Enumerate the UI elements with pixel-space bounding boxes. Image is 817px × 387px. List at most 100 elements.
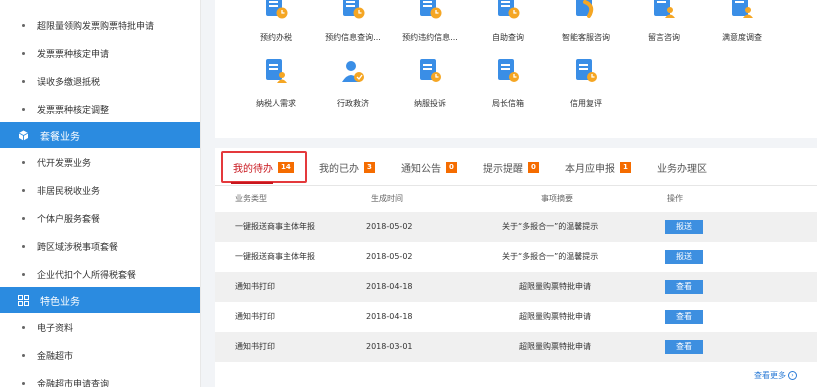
bullet-icon <box>22 188 25 192</box>
tab-monthly-declaration[interactable]: 本月应申报 1 <box>565 148 631 186</box>
service-appointment[interactable]: 预约办税 <box>238 0 314 44</box>
sidebar-item-cross-region[interactable]: 跨区域涉税事项套餐 <box>0 232 200 260</box>
bullet-icon <box>22 381 25 385</box>
cell-summary: 超限量购票特批申请 <box>519 342 591 351</box>
service-director-mailbox[interactable]: 局长信箱 <box>470 58 546 108</box>
tab-badge: 1 <box>620 161 631 173</box>
grid-icon <box>18 294 29 306</box>
doc-clock-icon <box>576 59 597 82</box>
bullet-icon <box>22 353 25 357</box>
column-header-type: 业务类型 <box>235 194 267 203</box>
sidebar-item-invoice-type[interactable]: 发票票种核定申请 <box>0 39 200 67</box>
main-content: 预约办税 预约信息查询... 预约违约信息... 自助查询 智能客服咨询 留言咨… <box>215 0 817 387</box>
arrow-right-icon: › <box>788 371 797 380</box>
sidebar-item-label: 个体户服务套餐 <box>37 214 101 225</box>
sidebar-item-label: 电子资料 <box>37 323 74 334</box>
tab-label: 通知公告 <box>401 163 441 175</box>
tab-label: 业务办理区 <box>657 163 707 175</box>
service-appointment-query[interactable]: 预约信息查询... <box>315 0 391 44</box>
service-complaint[interactable]: 纳服投诉 <box>392 58 468 108</box>
cell-time: 2018-05-02 <box>366 222 413 231</box>
sidebar-group-package[interactable]: 套餐业务 <box>0 122 200 148</box>
sidebar-item-label: 金融超市 <box>37 351 74 362</box>
service-label: 自助查询 <box>492 33 524 42</box>
service-credit-review[interactable]: 信用复评 <box>548 58 624 108</box>
service-self-query[interactable]: 自助查询 <box>470 0 546 44</box>
sidebar-item-nonresident[interactable]: 非居民税收业务 <box>0 176 200 204</box>
tab-badge: 0 <box>446 161 457 173</box>
tab-my-done[interactable]: 我的已办 3 <box>319 148 375 186</box>
sidebar-item-label: 误收多缴退抵税 <box>37 77 101 88</box>
sidebar-gap <box>201 0 215 387</box>
service-admin-relief[interactable]: 行政救济 <box>315 58 391 108</box>
tab-badge: 3 <box>364 161 375 173</box>
bullet-icon <box>22 160 25 164</box>
sidebar-item-refund[interactable]: 误收多缴退抵税 <box>0 67 200 95</box>
table-row: 通知书打印 2018-03-01 超限量购票特批申请 查看 <box>215 332 817 362</box>
column-header-action: 操作 <box>667 194 683 203</box>
sidebar-item-label: 超限量领购发票购票特批申请 <box>37 21 155 32</box>
cell-summary: 关于“多报合一”的温馨提示 <box>502 252 599 261</box>
column-header-time: 生成时间 <box>371 194 403 203</box>
bullet-icon <box>22 23 25 27</box>
active-tab-highlight <box>221 151 307 183</box>
view-button[interactable]: 查看 <box>665 310 703 324</box>
doc-clock-icon <box>498 0 520 19</box>
sidebar: 超限量领购发票购票特批申请 发票票种核定申请 误收多缴退抵税 发票票种核定调整 … <box>0 0 201 387</box>
table-row: 一键报送商事主体年报 2018-05-02 关于“多报合一”的温馨提示 报送 <box>215 212 817 242</box>
service-label: 信用复评 <box>570 99 602 108</box>
sidebar-item-label: 发票票种核定调整 <box>37 105 110 116</box>
sidebar-item-finance-query[interactable]: 金融超市申请查询 <box>0 369 200 387</box>
view-button[interactable]: 查看 <box>665 280 703 294</box>
service-label: 留言咨询 <box>648 33 680 42</box>
service-label: 局长信箱 <box>492 99 524 108</box>
cell-type: 一键报送商事主体年报 <box>235 252 315 261</box>
service-appointment-violation[interactable]: 预约违约信息... <box>392 0 468 44</box>
sidebar-item-finance-market[interactable]: 金融超市 <box>0 341 200 369</box>
tab-notices[interactable]: 通知公告 0 <box>401 148 457 186</box>
tab-reminders[interactable]: 提示提醒 0 <box>483 148 539 186</box>
service-label: 行政救济 <box>337 99 369 108</box>
sidebar-group-label: 特色业务 <box>40 296 80 308</box>
view-button[interactable]: 查看 <box>665 340 703 354</box>
tab-business-area[interactable]: 业务办理区 <box>657 148 707 186</box>
sidebar-item-individual[interactable]: 个体户服务套餐 <box>0 204 200 232</box>
sidebar-item-label: 代开发票业务 <box>37 158 92 169</box>
view-more-link[interactable]: 查看更多 › <box>754 370 797 381</box>
cell-type: 通知书打印 <box>235 282 275 291</box>
service-label: 预约违约信息... <box>402 33 458 42</box>
cell-time: 2018-04-18 <box>366 312 413 321</box>
service-satisfaction[interactable]: 满意度调查 <box>704 0 780 44</box>
sidebar-item-quota-invoice[interactable]: 超限量领购发票购票特批申请 <box>0 11 200 39</box>
panel-divider <box>215 138 817 148</box>
service-message[interactable]: 留言咨询 <box>626 0 702 44</box>
bullet-icon <box>22 244 25 248</box>
bullet-icon <box>22 107 25 111</box>
service-label: 智能客服咨询 <box>562 33 610 42</box>
cell-summary: 关于“多报合一”的温馨提示 <box>502 222 599 231</box>
doc-user-icon <box>732 0 753 18</box>
submit-button[interactable]: 报送 <box>665 250 703 264</box>
sidebar-item-label: 企业代扣个人所得税套餐 <box>37 270 137 281</box>
sidebar-item-e-docs[interactable]: 电子资料 <box>0 313 200 341</box>
bullet-icon <box>22 79 25 83</box>
doc-clock-icon <box>343 0 365 19</box>
sidebar-item-withholding[interactable]: 企业代扣个人所得税套餐 <box>0 260 200 288</box>
bullet-icon <box>22 51 25 55</box>
user-badge-icon <box>342 61 364 82</box>
cube-icon <box>18 130 29 141</box>
table-row: 通知书打印 2018-04-18 超限量购票特批申请 查看 <box>215 302 817 332</box>
submit-button[interactable]: 报送 <box>665 220 703 234</box>
sidebar-item-label: 发票票种核定申请 <box>37 49 110 60</box>
service-taxpayer-needs[interactable]: 纳税人需求 <box>238 58 314 108</box>
tab-label: 提示提醒 <box>483 163 523 175</box>
service-label: 纳税人需求 <box>256 99 296 108</box>
sidebar-group-special[interactable]: 特色业务 <box>0 287 200 313</box>
service-smart-support[interactable]: 智能客服咨询 <box>548 0 624 44</box>
cell-time: 2018-04-18 <box>366 282 413 291</box>
app-root: 超限量领购发票购票特批申请 发票票种核定申请 误收多缴退抵税 发票票种核定调整 … <box>0 0 817 387</box>
sidebar-item-invoice-adjust[interactable]: 发票票种核定调整 <box>0 95 200 123</box>
cell-type: 一键报送商事主体年报 <box>235 222 315 231</box>
sidebar-item-proxy-invoice[interactable]: 代开发票业务 <box>0 148 200 176</box>
doc-user-icon <box>654 0 675 18</box>
